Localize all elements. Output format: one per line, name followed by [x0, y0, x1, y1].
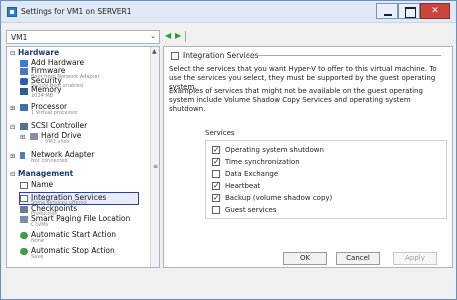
tree-item-sub: Save [31, 254, 44, 260]
service-label: Guest services [225, 206, 277, 214]
memory-icon [20, 88, 28, 95]
vm-select-value: VM1 [11, 33, 28, 42]
network-adapter-icon [20, 152, 25, 159]
collapse-icon[interactable]: ⊟ [10, 170, 15, 178]
apply-button[interactable]: Apply [393, 252, 437, 265]
ok-button[interactable]: OK [283, 252, 327, 265]
tree-item-label: Name [31, 180, 54, 189]
tree-item-sub: None [31, 238, 45, 244]
scroll-up-icon[interactable]: ▲ [152, 48, 157, 55]
service-label: Backup (volume shadow copy) [225, 194, 333, 202]
settings-window: Settings for VM1 on SERVER1 ✕ VM1 ⌄ ◀ ▶ … [0, 0, 457, 300]
vm-select[interactable]: VM1 ⌄ [6, 30, 160, 44]
paging-file-icon [20, 216, 28, 223]
service-label: Heartbeat [225, 182, 261, 190]
close-button[interactable]: ✕ [420, 3, 450, 19]
services-list: Operating system shutdown Time synchroni… [205, 140, 447, 219]
close-icon: ✕ [431, 6, 439, 16]
collapse-icon[interactable]: ⊟ [10, 123, 15, 131]
name-icon [20, 182, 28, 189]
examples-text: Examples of services that might not be a… [169, 87, 423, 113]
tree-item-sub: Not connected [31, 158, 68, 164]
checkbox[interactable] [212, 157, 220, 166]
integration-services-icon [20, 195, 28, 202]
start-action-icon [20, 232, 28, 239]
settings-icon [7, 7, 17, 17]
tree-item-sub: VM1.vhdx [45, 139, 70, 145]
integration-services-icon [171, 52, 179, 60]
cancel-button[interactable]: Cancel [336, 252, 380, 265]
stop-action-icon [20, 248, 28, 255]
expand-icon[interactable]: ⊞ [10, 152, 15, 160]
service-label: Time synchronization [225, 158, 300, 166]
tree-item-sub: 1 Virtual processor [31, 110, 79, 116]
maximize-button[interactable] [398, 3, 420, 19]
expand-icon[interactable]: ⊞ [10, 104, 15, 112]
minimize-button[interactable] [376, 3, 398, 19]
scroll-grip-icon[interactable]: ≡ [153, 163, 158, 170]
service-label: Data Exchange [225, 170, 279, 178]
toolbar-divider [185, 31, 186, 42]
management-header: Management [18, 169, 74, 178]
settings-pane: Integration Services Select the services… [163, 46, 453, 268]
hard-drive-icon [30, 133, 38, 140]
settings-tree: ▲ ≡ ⊟ Hardware Add Hardware Firmware Boo… [6, 46, 160, 268]
tree-item-sub: C:\VMs [31, 222, 49, 228]
chevron-down-icon: ⌄ [150, 32, 156, 40]
checkbox[interactable] [212, 181, 220, 190]
hardware-header: Hardware [18, 48, 60, 57]
checkbox[interactable] [212, 170, 220, 178]
checkbox[interactable] [212, 206, 220, 214]
checkpoint-icon [20, 206, 28, 213]
forward-button[interactable]: ▶ [175, 31, 181, 40]
tree-scrollbar[interactable]: ▲ ≡ [150, 47, 159, 267]
services-group: Services Operating system shutdown Time … [205, 129, 451, 219]
title-bar: Settings for VM1 on SERVER1 ✕ [1, 1, 456, 23]
scsi-controller-icon [20, 123, 28, 130]
hardware-add-icon [20, 60, 28, 67]
service-label: Operating system shutdown [225, 146, 324, 154]
title-divider [246, 55, 441, 56]
collapse-icon[interactable]: ⊟ [10, 49, 15, 57]
tree-item-label: Automatic Stop Action [31, 246, 115, 255]
triangle-right-icon: ▶ [175, 31, 182, 40]
processor-icon [20, 104, 28, 111]
tree-item-sub: 1024 MB [31, 93, 54, 99]
triangle-left-icon: ◀ [165, 31, 172, 40]
tree-item-label: SCSI Controller [31, 121, 88, 130]
expand-icon[interactable]: ⊞ [20, 133, 25, 141]
firmware-icon [20, 68, 28, 75]
checkbox[interactable] [212, 145, 220, 154]
checkbox[interactable] [212, 193, 220, 202]
shield-icon [20, 78, 28, 85]
window-title: Settings for VM1 on SERVER1 [21, 7, 132, 16]
services-label: Services [205, 129, 235, 137]
back-button[interactable]: ◀ [165, 31, 171, 40]
